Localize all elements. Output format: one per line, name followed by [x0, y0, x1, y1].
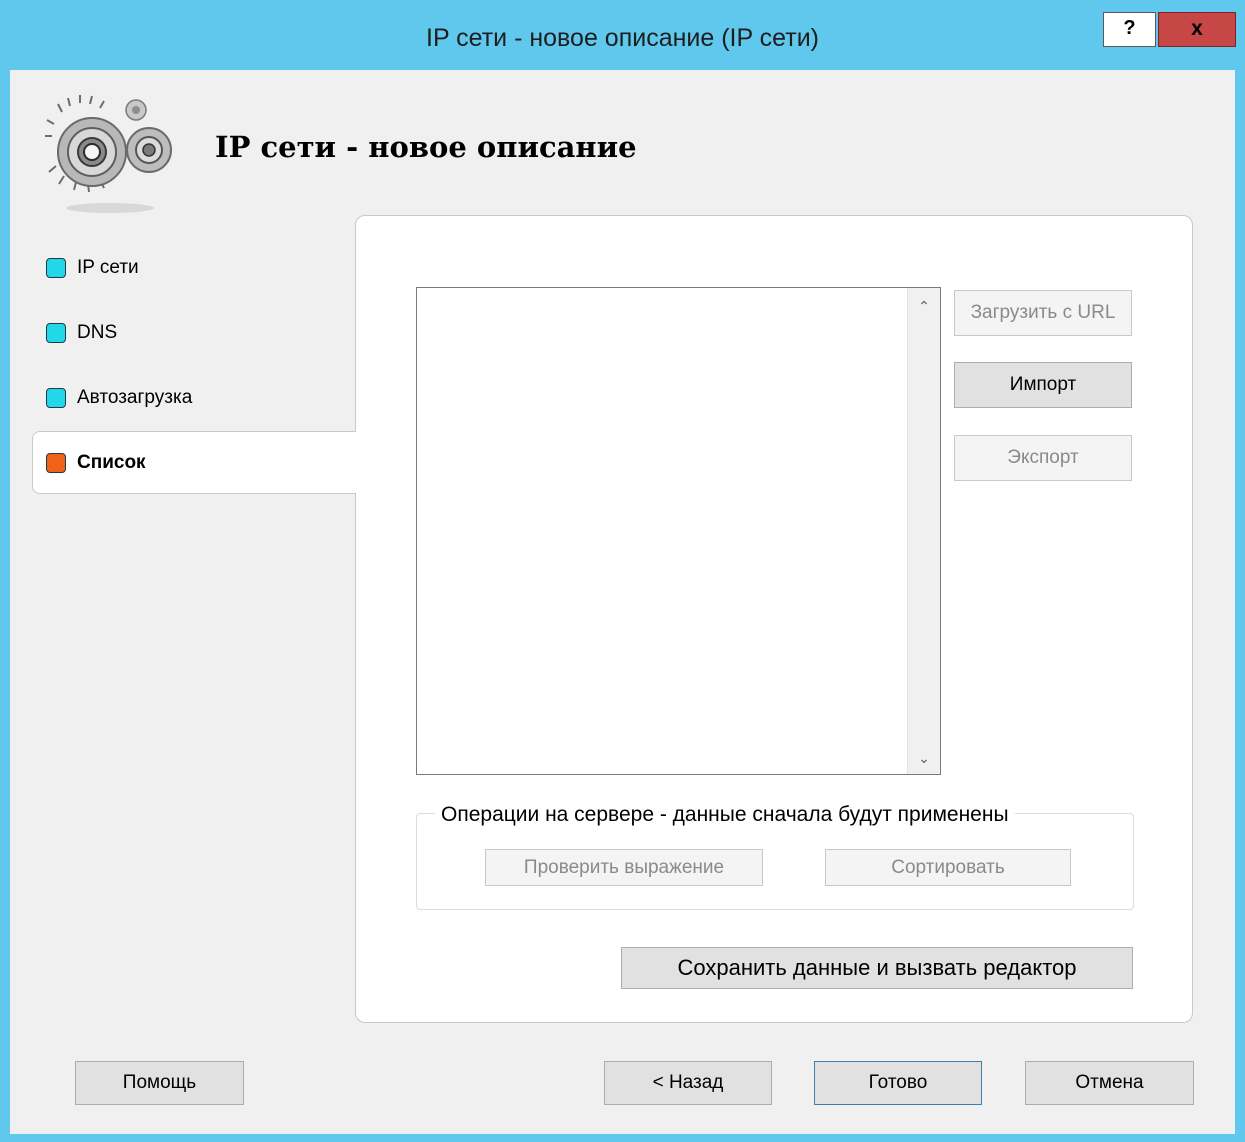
- nav-item-label: Автозагрузка: [77, 387, 193, 408]
- scroll-up-icon[interactable]: ⌃: [908, 292, 940, 320]
- nav-item-label: IP сети: [77, 257, 139, 278]
- done-button[interactable]: Готово: [814, 1061, 982, 1105]
- nav-item-dns[interactable]: DNS: [46, 321, 117, 345]
- back-button[interactable]: < Назад: [604, 1061, 772, 1105]
- nav-item-autoload[interactable]: Автозагрузка: [46, 386, 192, 410]
- nav-status-icon: [46, 258, 66, 278]
- vertical-scrollbar[interactable]: ⌃ ⌄: [907, 288, 940, 774]
- nav-status-icon: [46, 323, 66, 343]
- page-title: IP сети - новое описание: [215, 130, 637, 164]
- title-bar: IP сети - новое описание (IP сети) ? x: [0, 0, 1245, 70]
- help-button[interactable]: Помощь: [75, 1061, 244, 1105]
- dialog-client-area: IP сети - новое описание IP сети DNS Авт…: [10, 70, 1235, 1134]
- dialog-window: IP сети - новое описание (IP сети) ? x I…: [0, 0, 1245, 1142]
- import-button[interactable]: Импорт: [954, 362, 1132, 408]
- gears-logo-icon: [45, 95, 172, 213]
- list-textbox[interactable]: ⌃ ⌄: [416, 287, 941, 775]
- export-button[interactable]: Экспорт: [954, 435, 1132, 481]
- nav-status-icon: [46, 388, 66, 408]
- nav-item-list[interactable]: Список: [46, 451, 146, 475]
- load-from-url-button[interactable]: Загрузить с URL: [954, 290, 1132, 336]
- close-button[interactable]: x: [1158, 12, 1236, 47]
- panel-tab-joint: [354, 432, 358, 493]
- nav-item-label: Список: [77, 452, 146, 473]
- cancel-button[interactable]: Отмена: [1025, 1061, 1194, 1105]
- nav-item-ip-networks[interactable]: IP сети: [46, 256, 139, 280]
- sort-button[interactable]: Сортировать: [825, 849, 1071, 886]
- scroll-down-icon[interactable]: ⌄: [908, 744, 940, 772]
- nav-status-icon: [46, 453, 66, 473]
- server-operations-title: Операции на сервере - данные сначала буд…: [435, 803, 1015, 827]
- help-title-button[interactable]: ?: [1103, 12, 1156, 47]
- save-and-open-editor-button[interactable]: Сохранить данные и вызвать редактор: [621, 947, 1133, 989]
- check-expression-button[interactable]: Проверить выражение: [485, 849, 763, 886]
- window-title: IP сети - новое описание (IP сети): [426, 24, 819, 52]
- nav-item-label: DNS: [77, 322, 118, 343]
